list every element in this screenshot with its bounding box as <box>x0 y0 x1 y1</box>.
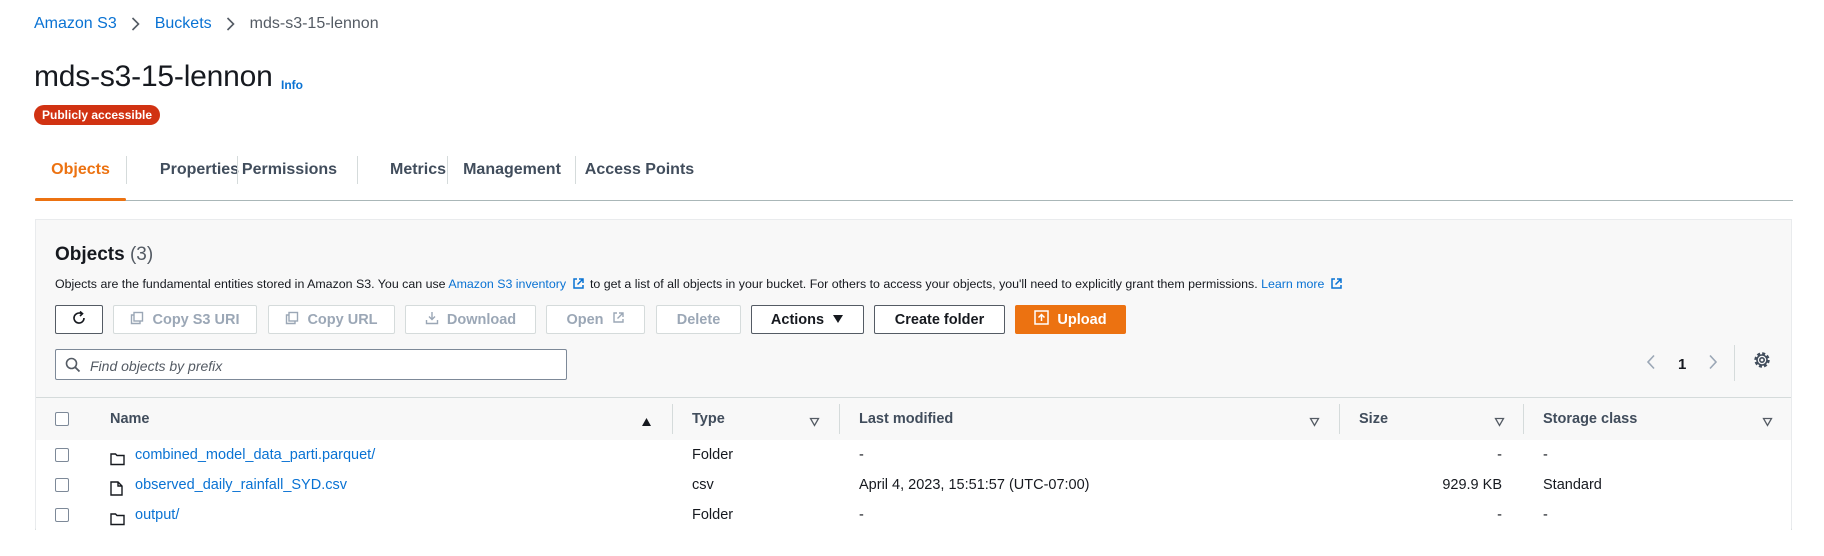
panel-title: Objects (3) <box>55 244 153 266</box>
size-cell: - <box>1497 447 1502 463</box>
chevron-right-icon <box>131 17 141 31</box>
settings-gear-icon[interactable] <box>1752 350 1772 375</box>
sort-ascending-icon[interactable] <box>641 414 652 432</box>
breadcrumb-amazon-s3[interactable]: Amazon S3 <box>34 15 117 33</box>
table-row[interactable]: combined_model_data_parti.parquet/ Folde… <box>36 440 1791 471</box>
tab-permissions[interactable]: Permissions <box>238 148 341 200</box>
type-cell: Folder <box>692 507 734 523</box>
tab-objects[interactable]: Objects <box>35 148 126 201</box>
chevron-right-icon <box>226 17 236 31</box>
copy-icon <box>130 311 144 329</box>
page-title: mds-s3-15-lennon <box>34 60 273 93</box>
page-number[interactable]: 1 <box>1678 356 1686 373</box>
storage-class-cell: - <box>1543 447 1548 463</box>
tab-bar: Objects Properties Permissions Metrics M… <box>35 148 1793 201</box>
external-link-icon <box>612 311 625 328</box>
copy-url-button[interactable]: Copy URL <box>268 305 395 334</box>
pagination: 1 <box>1646 349 1718 379</box>
tab-management[interactable]: Management <box>448 148 576 200</box>
breadcrumb: Amazon S3 Buckets mds-s3-15-lennon <box>34 13 379 35</box>
chevron-right-icon[interactable] <box>1708 354 1718 375</box>
size-cell: 929.9 KB <box>1442 477 1502 493</box>
breadcrumb-current: mds-s3-15-lennon <box>249 15 379 32</box>
row-checkbox[interactable] <box>55 508 69 522</box>
object-name-link[interactable]: observed_daily_rainfall_SYD.csv <box>135 470 347 500</box>
button-label: Delete <box>676 311 721 328</box>
last-modified-cell: - <box>859 507 864 523</box>
copy-icon <box>285 311 299 329</box>
storage-class-cell: - <box>1543 507 1548 523</box>
download-icon <box>425 311 439 329</box>
sort-icon[interactable] <box>1494 414 1505 432</box>
column-divider <box>672 404 673 434</box>
column-header-name[interactable]: Name <box>110 398 150 440</box>
column-header-type[interactable]: Type <box>692 398 725 440</box>
search-icon <box>65 357 81 378</box>
caret-down-icon <box>832 312 844 328</box>
button-label: Open <box>566 311 604 328</box>
button-label: Download <box>446 311 517 328</box>
type-cell: csv <box>692 477 714 493</box>
external-link-icon <box>1330 277 1343 293</box>
upload-icon <box>1034 310 1050 329</box>
button-label: Copy S3 URI <box>152 311 240 328</box>
last-modified-cell: - <box>859 447 864 463</box>
refresh-button[interactable] <box>55 305 103 334</box>
column-header-size[interactable]: Size <box>1359 398 1388 440</box>
type-cell: Folder <box>692 447 734 463</box>
sort-icon[interactable] <box>809 414 820 432</box>
row-checkbox[interactable] <box>55 448 69 462</box>
table-row[interactable]: output/ Folder - - - <box>36 500 1791 530</box>
folder-icon <box>110 507 125 537</box>
row-checkbox[interactable] <box>55 478 69 492</box>
button-label: Create folder <box>894 311 985 328</box>
download-button[interactable]: Download <box>405 305 536 334</box>
object-name-link[interactable]: output/ <box>135 500 179 530</box>
column-divider <box>1339 404 1340 434</box>
last-modified-cell: April 4, 2023, 15:51:57 (UTC-07:00) <box>859 477 1090 493</box>
button-label: Copy URL <box>307 311 378 328</box>
create-folder-button[interactable]: Create folder <box>874 305 1005 334</box>
search-input[interactable] <box>88 350 562 381</box>
object-name-link[interactable]: combined_model_data_parti.parquet/ <box>135 440 375 470</box>
copy-s3-uri-button[interactable]: Copy S3 URI <box>113 305 257 334</box>
open-button[interactable]: Open <box>546 305 645 334</box>
tab-access-points[interactable]: Access Points <box>576 148 703 200</box>
breadcrumb-buckets[interactable]: Buckets <box>155 15 212 33</box>
sort-icon[interactable] <box>1762 414 1773 432</box>
search-field[interactable] <box>55 349 567 381</box>
table-row[interactable]: observed_daily_rainfall_SYD.csv csv Apri… <box>36 470 1791 501</box>
description-text: to get a list of all objects in your buc… <box>586 277 1262 291</box>
column-header-storage-class[interactable]: Storage class <box>1543 398 1637 440</box>
button-label: Actions <box>770 311 825 328</box>
tab-label: Objects <box>51 161 110 178</box>
column-divider <box>839 404 840 434</box>
status-badge: Publicly accessible <box>34 105 161 125</box>
column-header-last-modified[interactable]: Last modified <box>859 398 953 440</box>
upload-button[interactable]: Upload <box>1015 305 1126 334</box>
storage-class-cell: Standard <box>1543 477 1602 493</box>
column-divider <box>1523 404 1524 434</box>
learn-more-link[interactable]: Learn more <box>1261 277 1324 291</box>
delete-button[interactable]: Delete <box>656 305 741 334</box>
object-count: (3) <box>129 244 154 265</box>
chevron-left-icon[interactable] <box>1646 354 1656 375</box>
button-label: Upload <box>1057 311 1107 328</box>
select-all-checkbox[interactable] <box>55 412 69 426</box>
actions-dropdown[interactable]: Actions <box>751 305 864 334</box>
panel-description: Objects are the fundamental entities sto… <box>55 277 1345 293</box>
description-text: Objects are the fundamental entities sto… <box>55 277 449 291</box>
refresh-icon <box>71 310 87 330</box>
inventory-link[interactable]: Amazon S3 inventory <box>448 277 566 291</box>
table-header: Name Type Last modified Size Storage cla… <box>36 397 1791 441</box>
active-tab-indicator <box>35 198 126 201</box>
pager-divider <box>1734 345 1735 381</box>
size-cell: - <box>1497 507 1502 523</box>
sort-icon[interactable] <box>1309 414 1320 432</box>
info-link[interactable]: Info <box>281 78 303 92</box>
panel-title-text: Objects <box>55 244 125 265</box>
external-link-icon <box>572 277 585 293</box>
